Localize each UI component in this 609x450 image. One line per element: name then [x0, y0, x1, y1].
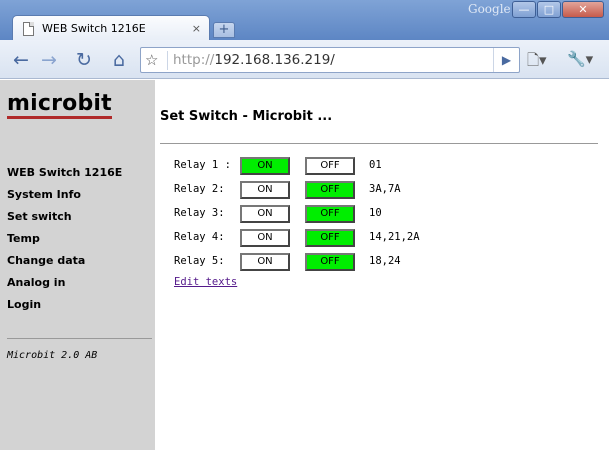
sidebar-item-set-switch[interactable]: Set switch — [7, 210, 122, 232]
relay-label: Relay 1 : — [174, 159, 231, 171]
close-window-button[interactable]: ✕ — [562, 1, 604, 18]
relay-on-button[interactable]: ON — [240, 253, 290, 271]
relay-on-button[interactable]: ON — [240, 157, 290, 175]
url-text[interactable]: http://192.168.136.219/ — [173, 52, 335, 68]
relay-description: 01 — [369, 159, 382, 171]
sidebar-item-analog-in[interactable]: Analog in — [7, 276, 122, 298]
relay-label: Relay 5: — [174, 255, 225, 267]
minimize-button[interactable]: — — [512, 1, 536, 18]
relay-description: 18,24 — [369, 255, 401, 267]
relay-off-button[interactable]: OFF — [305, 229, 355, 247]
browser-titlebar: WEB Switch 1216E × + Google — □ ✕ — [0, 0, 609, 41]
page-menu-icon[interactable]: 🗋▾ — [527, 50, 547, 75]
sidebar-item-web-switch[interactable]: WEB Switch 1216E — [7, 166, 122, 188]
wrench-icon[interactable]: 🔧▾ — [567, 50, 593, 68]
relay-label: Relay 2: — [174, 183, 225, 195]
page-icon — [23, 21, 34, 36]
page-content: microbit WEB Switch 1216E System Info Se… — [0, 80, 609, 450]
address-bar[interactable]: ☆ http://192.168.136.219/ ▶ — [140, 47, 520, 73]
relay-off-button[interactable]: OFF — [305, 157, 355, 175]
sidebar-nav: WEB Switch 1216E System Info Set switch … — [7, 166, 122, 320]
microbit-logo: microbit — [7, 92, 112, 119]
sidebar-item-change-data[interactable]: Change data — [7, 254, 122, 276]
sidebar-divider — [7, 338, 152, 339]
relay-on-button[interactable]: ON — [240, 229, 290, 247]
relay-off-button[interactable]: OFF — [305, 181, 355, 199]
relay-description: 3A,7A — [369, 183, 401, 195]
sidebar-item-login[interactable]: Login — [7, 298, 122, 320]
title-divider — [160, 143, 598, 144]
new-tab-button[interactable]: + — [213, 22, 235, 38]
address-divider — [167, 51, 168, 70]
url-scheme: http:// — [173, 52, 215, 68]
relay-on-button[interactable]: ON — [240, 181, 290, 199]
sidebar: microbit WEB Switch 1216E System Info Se… — [0, 80, 155, 450]
relay-description: 14,21,2A — [369, 231, 420, 243]
relay-label: Relay 3: — [174, 207, 225, 219]
sidebar-item-temp[interactable]: Temp — [7, 232, 122, 254]
browser-tab[interactable]: WEB Switch 1216E × — [12, 15, 210, 41]
reload-icon[interactable]: ↻ — [71, 47, 97, 73]
maximize-button[interactable]: □ — [537, 1, 561, 18]
browser-toolbar: ← → ↻ ⌂ ☆ http://192.168.136.219/ ▶ 🗋▾ 🔧… — [0, 40, 609, 79]
main-panel: Set Switch - Microbit ... Relay 1 : ON O… — [160, 80, 609, 450]
url-host: 192.168.136.219/ — [214, 52, 335, 68]
page-title: Set Switch - Microbit ... — [160, 109, 333, 124]
star-icon[interactable]: ☆ — [145, 51, 158, 69]
version-text: Microbit 2.0 AB — [7, 350, 98, 361]
tab-title: WEB Switch 1216E — [42, 22, 146, 35]
edit-texts-link[interactable]: Edit texts — [174, 276, 237, 288]
relay-off-button[interactable]: OFF — [305, 205, 355, 223]
relay-label: Relay 4: — [174, 231, 225, 243]
back-arrow-icon[interactable]: ← — [8, 47, 34, 73]
forward-arrow-icon[interactable]: → — [36, 47, 62, 73]
relay-description: 10 — [369, 207, 382, 219]
brand-label: Google — [468, 2, 511, 16]
tab-close-icon[interactable]: × — [192, 22, 201, 35]
relay-off-button[interactable]: OFF — [305, 253, 355, 271]
play-icon[interactable]: ▶ — [493, 48, 519, 72]
sidebar-item-system-info[interactable]: System Info — [7, 188, 122, 210]
relay-on-button[interactable]: ON — [240, 205, 290, 223]
home-icon[interactable]: ⌂ — [106, 47, 132, 73]
